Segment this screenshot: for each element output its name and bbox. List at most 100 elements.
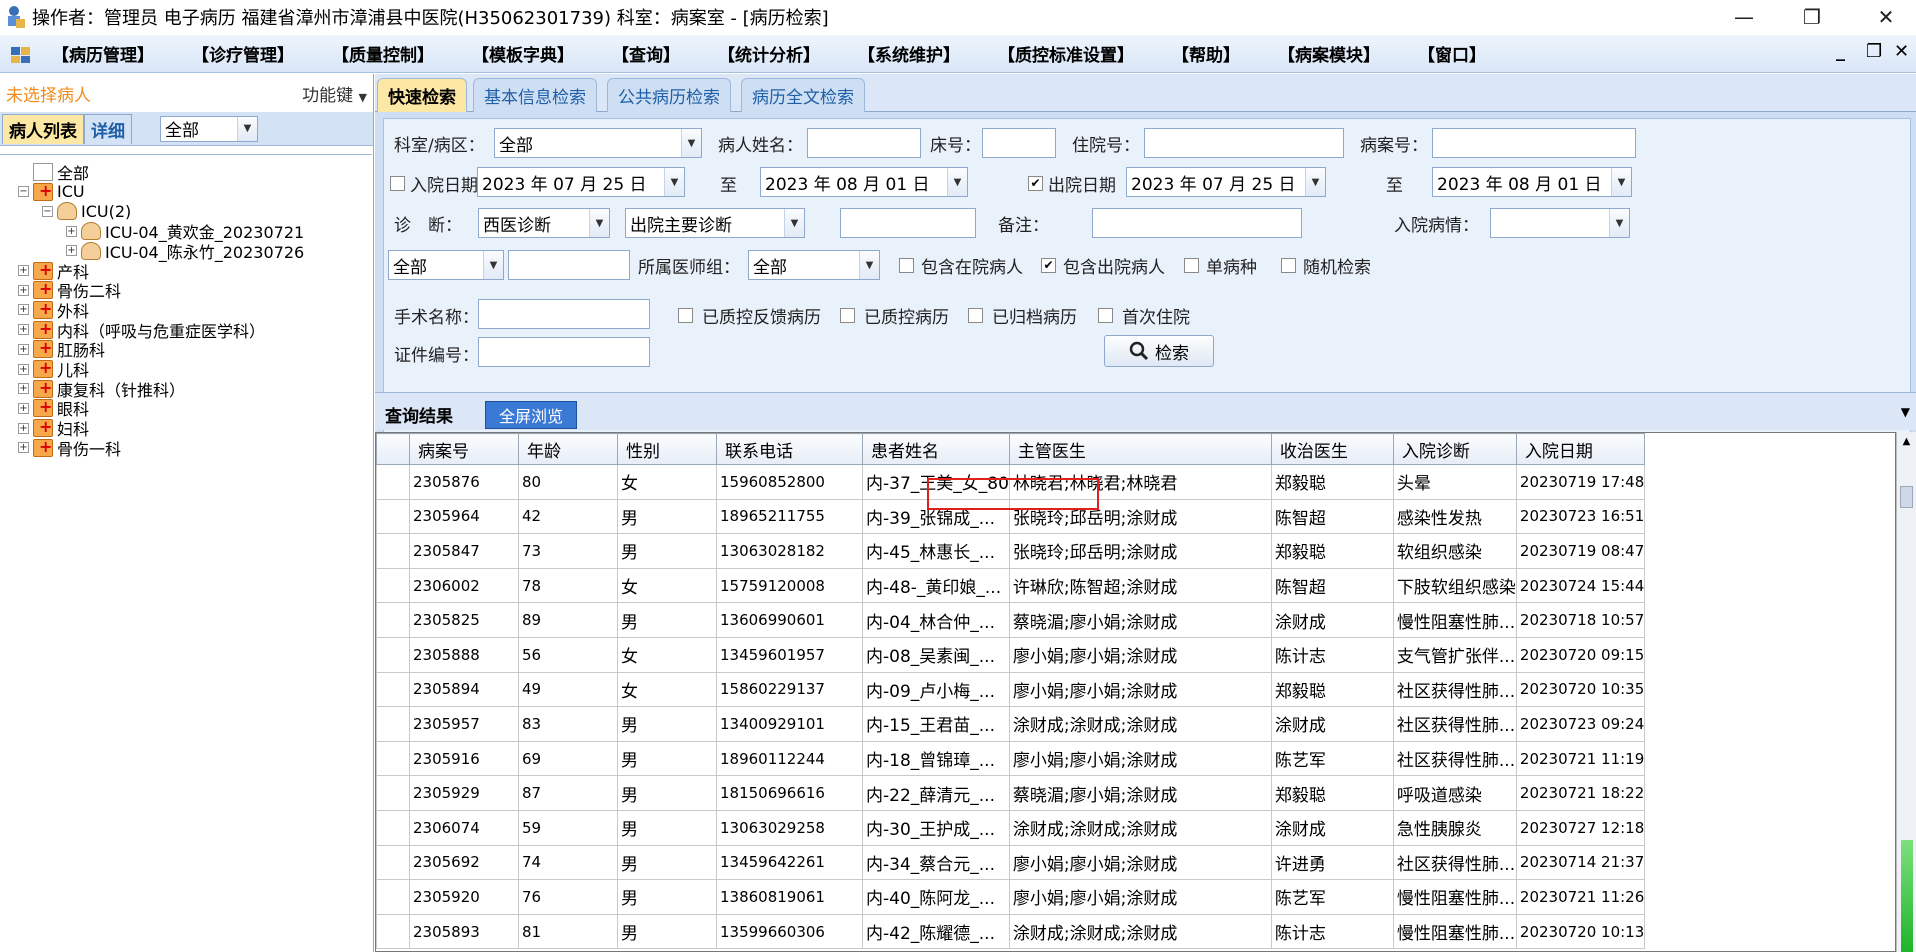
tab-basic-info-search[interactable]: 基本信息检索 [473, 78, 597, 112]
table-cell[interactable]: 20230718 10:57 [1515, 602, 1646, 638]
table-cell[interactable]: 内-04_林合仲_... [862, 602, 1010, 638]
row-indicator[interactable] [376, 809, 410, 846]
table-cell[interactable]: 内-40_陈阿龙_... [862, 879, 1010, 915]
expand-icon[interactable]: + [18, 383, 29, 395]
table-cell[interactable]: 20230724 15:44 [1515, 567, 1646, 604]
discharge-date-to[interactable]: 2023 年 08 月 01 日 ▼ [1432, 167, 1632, 197]
table-cell[interactable]: 73 [518, 533, 618, 569]
table-cell[interactable]: 87 [518, 775, 618, 811]
table-cell[interactable]: 56 [518, 636, 618, 673]
column-header[interactable]: 入院日期 [1515, 433, 1646, 465]
table-row[interactable]: 2305929 87 男 18150696616 内-22_薛清元_... 蔡晓湄;廖小娟… [376, 775, 1646, 811]
scope-select[interactable]: 全部 ▼ [388, 250, 504, 280]
table-row[interactable]: 2305825 89 男 13606990601 内-04_林合仲_... 蔡晓湄;廖小娟… [376, 602, 1646, 638]
surgery-input[interactable] [478, 299, 650, 329]
table-cell[interactable]: 2305916 [409, 740, 519, 777]
table-cell[interactable]: 社区获得性肺... [1392, 740, 1517, 777]
table-cell[interactable]: 男 [617, 879, 717, 915]
table-cell[interactable]: 2305957 [409, 706, 519, 742]
table-cell[interactable]: 男 [617, 775, 717, 811]
column-header[interactable]: 年龄 [518, 433, 618, 465]
table-cell[interactable]: 郑毅聪 [1270, 775, 1394, 811]
table-cell[interactable]: 下肢软组织感染 [1392, 567, 1517, 604]
table-cell[interactable]: 陈艺军 [1270, 740, 1394, 777]
single-disease-checkbox[interactable] [1184, 258, 1199, 273]
table-cell[interactable]: 廖小娟;廖小娟;涂财成 [1008, 636, 1272, 673]
menu-clinic-mgmt[interactable]: 【诊疗管理】 [192, 41, 294, 66]
row-indicator[interactable] [376, 775, 410, 811]
table-cell[interactable]: 内-15_王君苗_... [862, 706, 1010, 742]
table-cell[interactable]: 慢性阻塞性肺... [1392, 602, 1517, 638]
row-indicator[interactable] [376, 498, 410, 535]
table-cell[interactable]: 20230719 17:48 [1515, 464, 1646, 500]
table-cell[interactable]: 15960852800 [716, 464, 863, 500]
table-cell[interactable]: 郑毅聪 [1270, 671, 1394, 708]
minimize-button[interactable]: — [1716, 0, 1772, 34]
table-cell[interactable]: 15860229137 [716, 671, 863, 708]
column-header[interactable]: 病案号 [409, 433, 519, 465]
expand-icon[interactable]: + [18, 363, 29, 375]
chevron-down-icon[interactable]: ▼ [1901, 405, 1910, 419]
column-header[interactable]: 联系电话 [716, 433, 863, 465]
table-cell[interactable]: 2305920 [409, 879, 519, 915]
fullscreen-button[interactable]: 全屏浏览 [485, 401, 577, 429]
table-cell[interactable]: 男 [617, 740, 717, 777]
table-row[interactable]: 2306002 78 女 15759120008 内-48-_黄印娘_... 许琳欣;陈智… [376, 567, 1646, 604]
table-cell[interactable]: 13459642261 [716, 844, 863, 881]
inpatient-no-input[interactable] [1144, 128, 1344, 158]
table-cell[interactable]: 内-48-_黄印娘_... [862, 567, 1010, 604]
table-row[interactable]: 2305893 81 男 13599660306 内-42_陈耀德_... 涂财成;涂财成… [376, 913, 1646, 950]
in-hospital-checkbox[interactable] [899, 258, 914, 273]
table-cell[interactable]: 20230721 18:22 [1515, 775, 1646, 811]
table-cell[interactable]: 18965211755 [716, 498, 863, 535]
table-cell[interactable]: 13400929101 [716, 706, 863, 742]
table-cell[interactable]: 涂财成;涂财成;涂财成 [1008, 809, 1272, 846]
discharge-date-from[interactable]: 2023 年 07 月 25 日 ▼ [1126, 167, 1326, 197]
scope-input[interactable] [508, 250, 630, 280]
menu-window[interactable]: 【窗口】 [1418, 41, 1486, 66]
table-row[interactable]: 2305894 49 女 15860229137 内-09_卢小梅_... 廖小娟;廖小娟… [376, 671, 1646, 708]
menu-qc-standard[interactable]: 【质控标准设置】 [998, 41, 1134, 66]
mdi-close-button[interactable]: ✕ [1894, 41, 1909, 62]
collapse-icon[interactable]: − [42, 205, 53, 217]
table-cell[interactable]: 内-22_薛清元_... [862, 775, 1010, 811]
tab-patient-list[interactable]: 病人列表 [2, 113, 84, 144]
discharge-date-checkbox[interactable]: ✔ [1028, 176, 1043, 191]
table-cell[interactable]: 陈智超 [1270, 498, 1394, 535]
table-cell[interactable]: 社区获得性肺... [1392, 844, 1517, 881]
table-cell[interactable]: 廖小娟;廖小娟;涂财成 [1008, 740, 1272, 777]
table-cell[interactable]: 42 [518, 498, 618, 535]
tab-fulltext-search[interactable]: 病历全文检索 [741, 78, 865, 112]
table-cell[interactable]: 男 [617, 706, 717, 742]
expand-icon[interactable]: + [18, 442, 29, 454]
mdi-restore-button[interactable]: ❐ [1866, 41, 1882, 62]
table-cell[interactable]: 89 [518, 602, 618, 638]
table-cell[interactable]: 社区获得性肺... [1392, 671, 1517, 708]
table-cell[interactable]: 蔡晓湄;廖小娟;涂财成 [1008, 775, 1272, 811]
table-cell[interactable]: 男 [617, 913, 717, 950]
table-row[interactable]: 2305888 56 女 13459601957 内-08_吴素闽_... 廖小娟;廖小娟… [376, 636, 1646, 673]
admit-date-checkbox[interactable] [390, 176, 405, 191]
table-cell[interactable]: 74 [518, 844, 618, 881]
tab-quick-search[interactable]: 快速检索 [377, 78, 467, 112]
menu-record-mgmt[interactable]: 【病历管理】 [52, 41, 154, 66]
table-cell[interactable]: 49 [518, 671, 618, 708]
table-cell[interactable]: 涂财成 [1270, 809, 1394, 846]
tab-results[interactable]: 查询结果 [379, 399, 459, 429]
table-cell[interactable]: 郑毅聪 [1270, 464, 1394, 500]
scroll-thumb[interactable] [1900, 486, 1913, 508]
table-cell[interactable]: 许进勇 [1270, 844, 1394, 881]
tree-node[interactable]: + 骨伤一科 [18, 437, 121, 459]
menu-quality-control[interactable]: 【质量控制】 [332, 41, 434, 66]
table-cell[interactable]: 13459601957 [716, 636, 863, 673]
table-cell[interactable]: 陈计志 [1270, 636, 1394, 673]
table-cell[interactable]: 蔡晓湄;廖小娟;涂财成 [1008, 602, 1272, 638]
table-row[interactable]: 2305916 69 男 18960112244 内-18_曾锦璋_... 廖小娟;廖小娟… [376, 740, 1646, 777]
table-cell[interactable]: 20230719 08:47 [1515, 533, 1646, 569]
expand-icon[interactable]: + [18, 422, 29, 434]
results-scrollbar[interactable]: ▲ [1896, 432, 1916, 952]
tree-node[interactable]: − ICU [18, 181, 85, 203]
table-cell[interactable]: 男 [617, 498, 717, 535]
row-indicator[interactable] [376, 567, 410, 604]
tree-node[interactable]: +康复科（针推科） [18, 378, 185, 400]
